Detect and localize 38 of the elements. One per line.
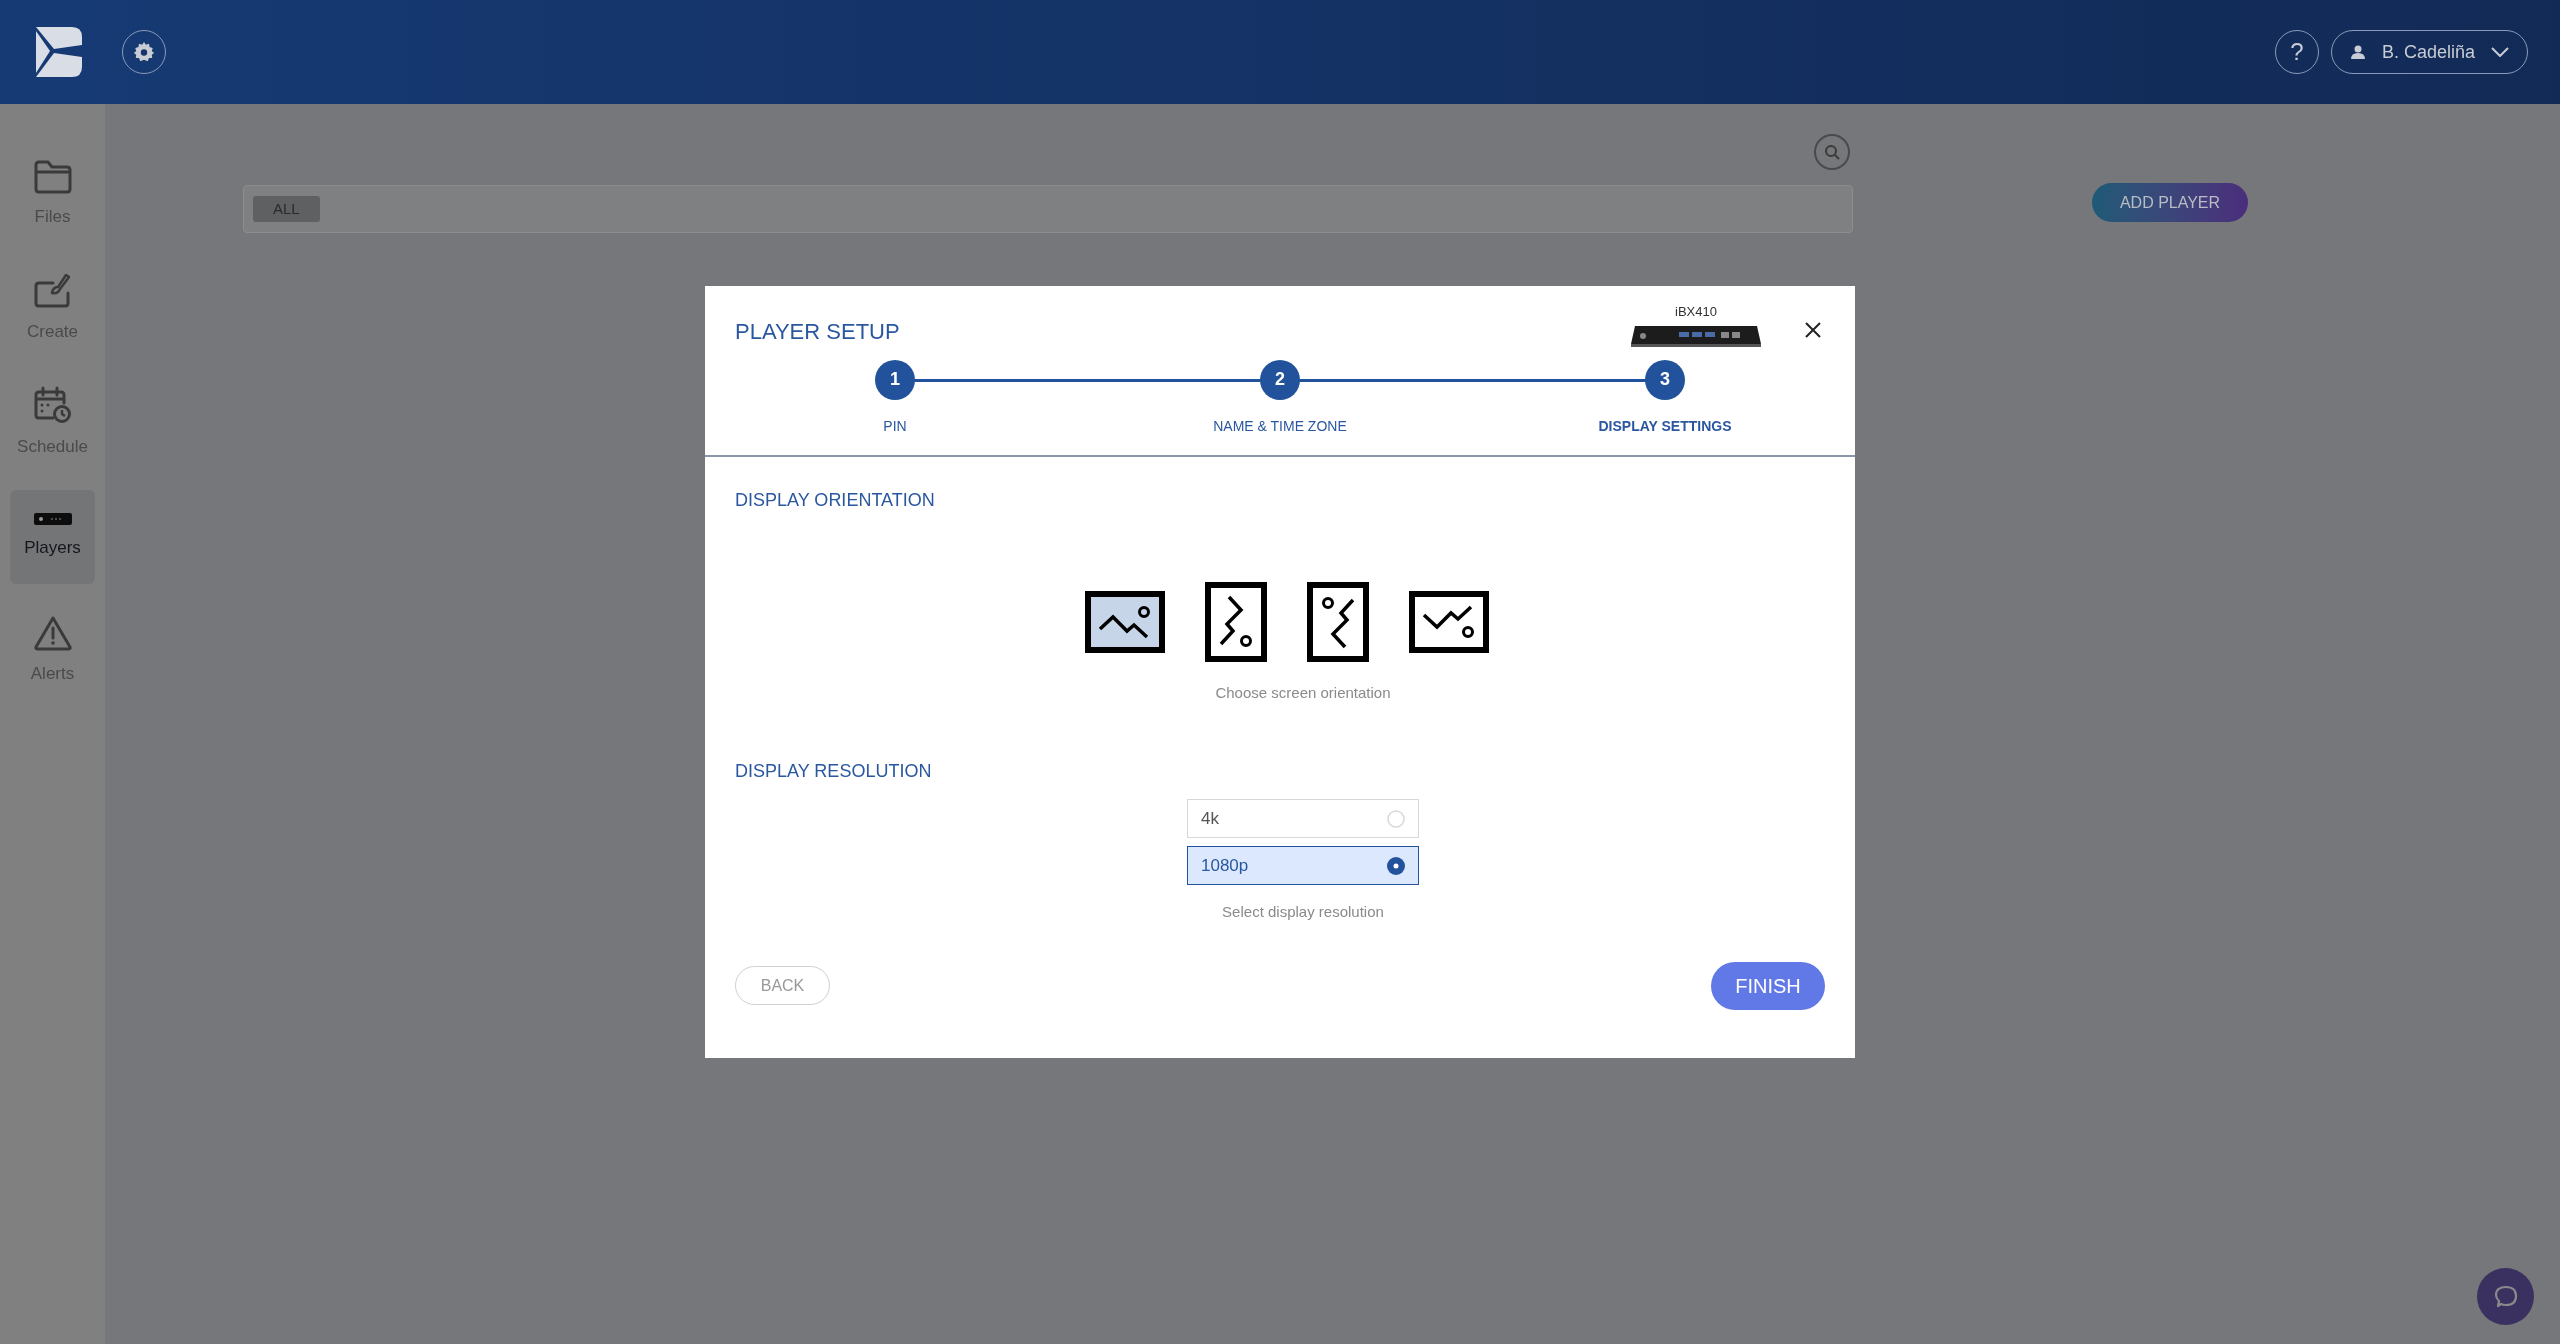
hint-text: Select display resolution bbox=[1222, 902, 1384, 922]
chat-button[interactable] bbox=[2477, 1268, 2534, 1325]
chevron-down-icon bbox=[2491, 47, 2509, 57]
speech-bubble-icon bbox=[2492, 1283, 2519, 1310]
filter-bar[interactable]: ALL bbox=[243, 185, 1853, 233]
step-label: PIN bbox=[883, 416, 907, 436]
resolution-option[interactable]: 4k bbox=[1187, 799, 1419, 838]
filter-chip[interactable]: ALL bbox=[253, 195, 320, 223]
media-player-icon bbox=[33, 513, 72, 526]
hint-text: Choose screen orientation bbox=[1215, 682, 1391, 703]
add-player-button[interactable]: ADD PLAYER bbox=[2092, 183, 2248, 222]
folder-icon bbox=[32, 160, 73, 195]
resolution-option[interactable]: 1080p bbox=[1187, 846, 1419, 885]
device-model: iBX410 bbox=[1675, 303, 1717, 321]
settings-icon bbox=[133, 41, 155, 63]
search-icon bbox=[1823, 143, 1841, 161]
search-button[interactable] bbox=[1814, 134, 1850, 170]
sidebar-item[interactable]: Players bbox=[10, 490, 95, 584]
person-icon bbox=[2350, 44, 2366, 60]
paintbrush-icon bbox=[32, 273, 73, 310]
portrait-orientation-icon[interactable] bbox=[1205, 581, 1267, 662]
step-label: NAME & TIME ZONE bbox=[1213, 416, 1347, 436]
step-number: 1 bbox=[875, 359, 915, 400]
step-number: 2 bbox=[1260, 359, 1300, 400]
radio-empty-icon bbox=[1387, 809, 1405, 828]
step-number: 3 bbox=[1645, 359, 1685, 400]
finish-button[interactable]: FINISH bbox=[1711, 961, 1825, 1010]
calendar-clock-icon bbox=[32, 386, 73, 425]
portrait-flipped-orientation-icon[interactable] bbox=[1307, 581, 1369, 662]
dialog-title: PLAYER SETUP bbox=[735, 318, 900, 346]
radio-selected-icon bbox=[1387, 856, 1405, 875]
warning-icon bbox=[32, 615, 73, 652]
section-heading: DISPLAY RESOLUTION bbox=[734, 760, 933, 783]
landscape-orientation-icon[interactable] bbox=[1085, 590, 1165, 653]
step-label: DISPLAY SETTINGS bbox=[1598, 416, 1732, 436]
landscape-flipped-orientation-icon[interactable] bbox=[1409, 590, 1489, 653]
section-heading: DISPLAY ORIENTATION bbox=[734, 488, 936, 512]
close-icon bbox=[1804, 321, 1822, 339]
